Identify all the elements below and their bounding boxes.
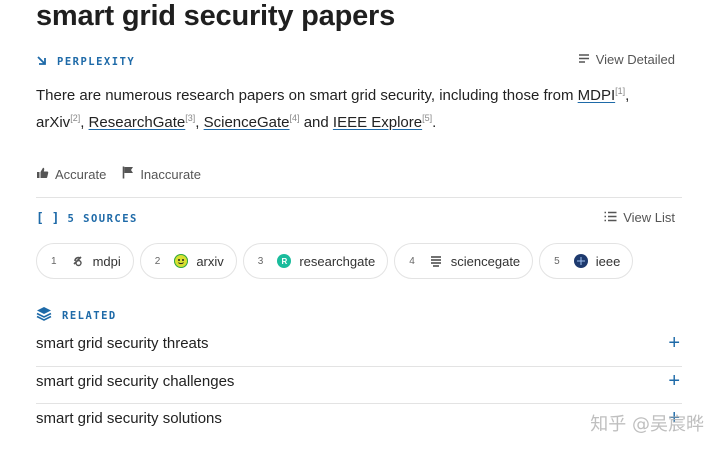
- watermark: 知乎 @吴宸晔: [590, 414, 704, 435]
- citation-ref[interactable]: [2]: [70, 113, 80, 123]
- source-chip-researchgate[interactable]: 3 R researchgate: [242, 243, 389, 279]
- perplexity-source-header: PERPLEXITY: [36, 54, 135, 69]
- source-name: mdpi: [92, 253, 121, 269]
- source-name: researchgate: [299, 253, 376, 269]
- answer-text: There are numerous research papers on sm…: [36, 80, 656, 134]
- list-icon: [604, 210, 617, 225]
- citation-text-arxiv[interactable]: arXiv: [36, 114, 70, 131]
- separator-and: and: [299, 114, 333, 131]
- related-header: RELATED: [36, 306, 117, 326]
- arxiv-favicon-icon: [174, 254, 189, 268]
- accurate-button[interactable]: Accurate: [36, 166, 106, 182]
- related-item[interactable]: smart grid security threats +: [36, 326, 682, 360]
- ieee-favicon-icon: [573, 254, 588, 268]
- arrow-down-right-icon: [36, 54, 47, 69]
- mdpi-favicon-icon: [70, 254, 85, 268]
- sources-header: [ ] 5 SOURCES: [36, 211, 138, 226]
- divider: [36, 197, 682, 198]
- flag-icon: [122, 166, 134, 182]
- citation-link-mdpi[interactable]: MDPI: [578, 87, 616, 104]
- researchgate-favicon-icon: R: [277, 254, 292, 268]
- inaccurate-button[interactable]: Inaccurate: [122, 166, 201, 182]
- separator: ,: [195, 114, 204, 131]
- lines-icon: [578, 52, 590, 67]
- separator: ,: [625, 87, 630, 104]
- source-name: ieee: [595, 253, 621, 269]
- inaccurate-label: Inaccurate: [140, 166, 202, 182]
- related-item[interactable]: smart grid security solutions +: [36, 401, 682, 435]
- citation-link-researchgate[interactable]: ResearchGate: [89, 114, 186, 131]
- plus-icon[interactable]: +: [668, 370, 680, 393]
- brackets-icon: [ ]: [36, 211, 60, 226]
- citation-ref[interactable]: [3]: [185, 113, 195, 123]
- source-chips: 1 mdpi 2 arxiv 3 R researchgate 4 scienc…: [36, 243, 634, 279]
- citation-ref[interactable]: [1]: [615, 86, 625, 96]
- page-title: smart grid security papers: [36, 0, 396, 32]
- perplexity-label: PERPLEXITY: [57, 55, 136, 68]
- related-item-text: smart grid security solutions: [36, 409, 222, 427]
- source-number: 1: [51, 255, 57, 267]
- view-list-button[interactable]: View List: [604, 210, 675, 225]
- thumbs-up-icon: [36, 167, 49, 182]
- accurate-label: Accurate: [55, 166, 107, 182]
- source-name: arxiv: [196, 253, 224, 269]
- source-number: 2: [154, 255, 161, 267]
- sources-label: 5 SOURCES: [67, 212, 138, 225]
- related-item[interactable]: smart grid security challenges +: [36, 364, 682, 398]
- source-chip-sciencegate[interactable]: 4 sciencegate: [394, 243, 534, 279]
- separator: ,: [80, 114, 89, 131]
- view-list-label: View List: [623, 210, 675, 225]
- answer-intro: There are numerous research papers on sm…: [36, 87, 578, 104]
- sciencegate-favicon-icon: [428, 254, 443, 268]
- related-item-text: smart grid security threats: [36, 334, 209, 352]
- plus-icon[interactable]: +: [668, 332, 680, 355]
- source-number: 4: [409, 255, 415, 267]
- citation-ref[interactable]: [4]: [290, 113, 300, 123]
- feedback-bar: Accurate Inaccurate: [36, 166, 201, 182]
- source-name: sciencegate: [450, 253, 521, 269]
- source-chip-arxiv[interactable]: 2 arxiv: [139, 243, 237, 279]
- citation-link-ieee[interactable]: IEEE Explore: [333, 114, 422, 131]
- source-chip-ieee[interactable]: 5 ieee: [539, 243, 634, 279]
- view-detailed-button[interactable]: View Detailed: [578, 52, 675, 67]
- source-number: 3: [257, 255, 264, 267]
- related-label: RELATED: [62, 310, 117, 322]
- related-item-text: smart grid security challenges: [36, 372, 235, 390]
- answer-end: .: [432, 114, 437, 131]
- source-number: 5: [554, 255, 560, 267]
- citation-link-sciencegate[interactable]: ScienceGate: [204, 114, 290, 131]
- citation-ref[interactable]: [5]: [422, 113, 432, 123]
- layers-icon: [36, 306, 52, 326]
- source-chip-mdpi[interactable]: 1 mdpi: [36, 243, 134, 279]
- view-detailed-label: View Detailed: [595, 52, 675, 67]
